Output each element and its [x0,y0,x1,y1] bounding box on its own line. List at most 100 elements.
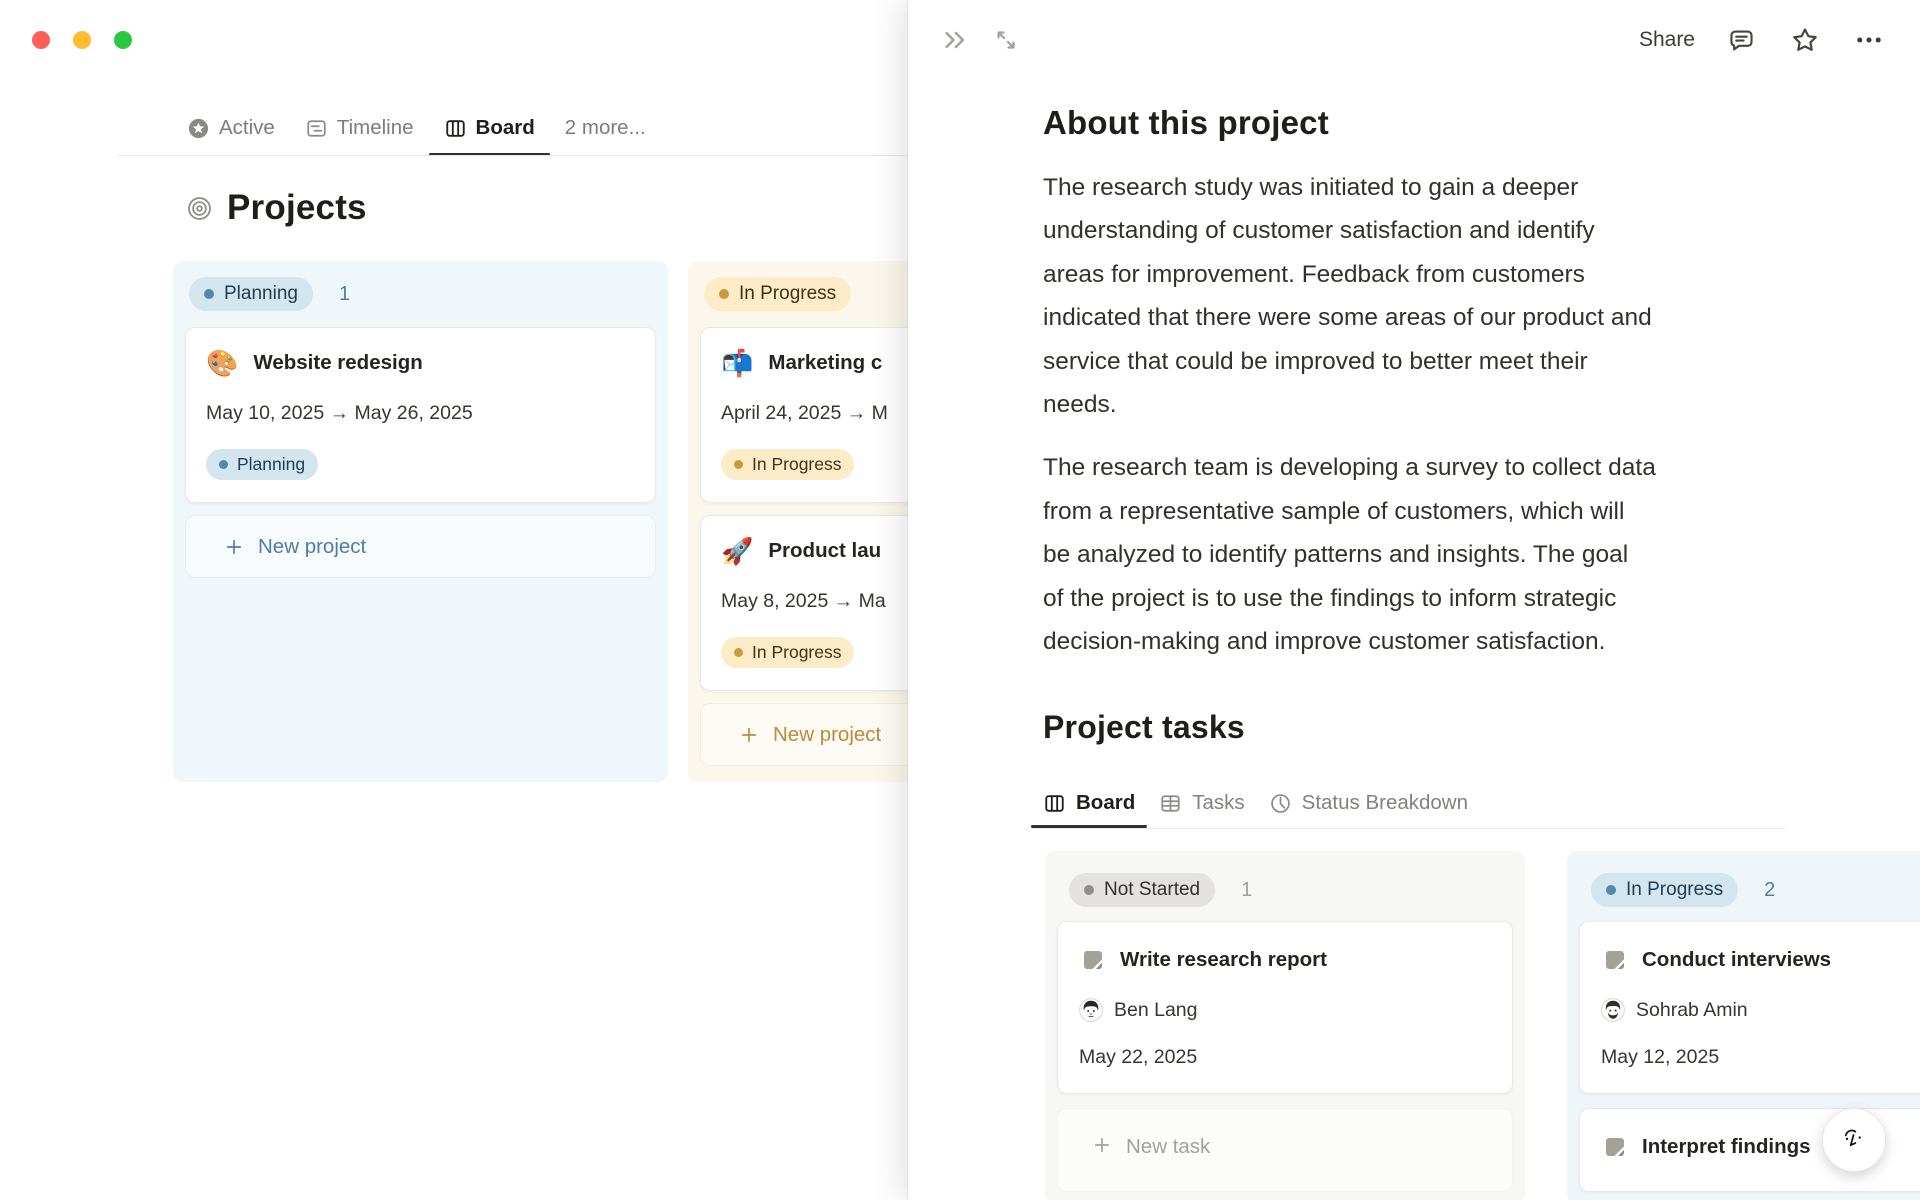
plus-icon [1094,1138,1110,1153]
tasks-board: Not Started 1 Write research report Ben … [1045,851,1920,1200]
task-date: May 22, 2025 [1079,1046,1198,1069]
task-date: May 12, 2025 [1601,1046,1720,1069]
tabs-divider [117,155,908,156]
group-badge-not-started[interactable]: Not Started [1069,873,1216,908]
note-icon [1084,951,1102,970]
group-name: In Progress [739,283,837,304]
tab-board-view[interactable]: Board [428,103,551,156]
column-header: In Progress 2 [1591,873,1920,908]
close-window-button[interactable] [32,31,50,49]
note-icon [1606,951,1624,970]
tab-label: 2 more... [564,116,646,139]
status-dot [1084,885,1094,896]
favorite-button[interactable] [1787,22,1823,58]
tab-label: Board [475,116,535,139]
status-tag-planning: Planning [206,449,319,480]
tab-label: Status Breakdown [1301,791,1469,815]
task-column-not-started: Not Started 1 Write research report Ben … [1045,851,1525,1200]
avatar-sohrab-amin [1601,998,1625,1023]
tab-label: Active [219,116,275,139]
window-controls [32,31,132,49]
status-dot [719,289,729,299]
new-task-label: New task [1126,1135,1211,1159]
about-paragraph-2: The research team is developing a survey… [1043,454,1656,656]
palette-emoji-icon: 🎨 [206,348,239,378]
task-title: Write research report [1120,948,1327,972]
tag-label: In Progress [752,454,842,474]
minimize-window-button[interactable] [73,31,91,49]
tab-status-breakdown-view[interactable]: Status Breakdown [1257,780,1480,826]
comment-icon [1729,30,1753,50]
timeline-icon [307,119,326,137]
status-dot [219,460,228,469]
task-title: Interpret findings [1642,1135,1811,1159]
board-icon [445,119,465,137]
group-count: 1 [338,282,351,305]
assignee-row: Sohrab Amin [1601,998,1920,1023]
share-button[interactable]: Share [1639,28,1695,52]
database-view-tabs: Active Timeline Board 2 more... [172,103,661,156]
tag-label: Planning [237,454,306,474]
peek-content: About this project The research study wa… [908,104,1920,1200]
column-header: Not Started 1 [1069,873,1513,908]
new-project-label: New project [773,722,882,746]
new-task-button[interactable]: New task [1057,1108,1513,1193]
close-peek-button[interactable] [938,22,974,58]
page-title: Projects [227,188,367,227]
tab-label: Tasks [1192,791,1245,815]
star-icon [1793,28,1817,51]
project-title: Product lau [768,539,882,562]
notion-ai-button[interactable] [1822,1108,1886,1172]
peek-toolbar: Share [908,0,1920,80]
rocket-emoji-icon: 🚀 [721,536,754,566]
task-card-conduct-interviews[interactable]: Conduct interviews Sohrab Amin May 12, 2… [1579,921,1920,1095]
status-tag-in-progress: In Progress [721,637,855,668]
tab-timeline-view[interactable]: Timeline [290,103,429,153]
plus-icon [741,727,757,742]
table-icon [1161,795,1180,812]
status-dot [734,648,743,657]
tab-tasks-board-view[interactable]: Board [1031,780,1148,829]
group-badge-in-progress[interactable]: In Progress [704,277,852,311]
group-badge-planning[interactable]: Planning [189,277,313,311]
board-icon [1045,795,1064,812]
tasks-view-tabs: Board Tasks Status Breakdown [1031,780,1785,829]
ai-face-icon [1844,1129,1861,1147]
open-full-page-button[interactable] [988,22,1024,58]
tabs-divider [1031,828,1785,830]
assignee-name: Ben Lang [1114,998,1198,1021]
note-icon [1606,1138,1624,1157]
about-paragraph-1: The research study was initiated to gain… [1043,174,1652,419]
group-name: Planning [224,283,298,304]
new-project-label: New project [258,534,367,558]
group-name: Not Started [1104,879,1201,901]
comments-button[interactable] [1723,22,1759,58]
plus-icon [226,539,242,554]
board-column-planning: Planning 1 🎨 Website redesign May 10, 20… [173,261,668,782]
tab-more-views[interactable]: 2 more... [550,103,661,153]
task-title: Conduct interviews [1642,948,1832,972]
project-tasks-heading: Project tasks [1043,709,1245,746]
group-count: 2 [1764,878,1776,901]
group-name: In Progress [1626,879,1724,901]
zoom-window-button[interactable] [114,31,132,49]
mailbox-emoji-icon: 📬 [721,348,754,378]
ellipsis-icon [1857,37,1881,43]
tab-tasks-table-view[interactable]: Tasks [1147,780,1256,826]
bullseye-icon [188,196,211,220]
tab-label: Board [1076,791,1136,815]
tab-active-view[interactable]: Active [172,103,290,153]
side-peek-panel: Share About this project The research st… [908,0,1920,1200]
project-card-website-redesign[interactable]: 🎨 Website redesign May 10, 2025 → May 26… [185,327,656,503]
group-badge-in-progress[interactable]: In Progress [1591,873,1739,908]
status-dot [734,460,743,469]
new-project-button-planning[interactable]: New project [185,515,656,578]
more-options-button[interactable] [1851,22,1887,58]
task-card-write-research-report[interactable]: Write research report Ben Lang May 22, 2… [1057,921,1513,1095]
tab-label: Timeline [336,116,414,139]
project-title: Website redesign [253,351,423,374]
status-dot [204,289,214,299]
database-title-row: Projects [186,188,367,228]
about-heading: About this project [1043,104,1329,141]
column-header: Planning 1 [185,277,656,311]
